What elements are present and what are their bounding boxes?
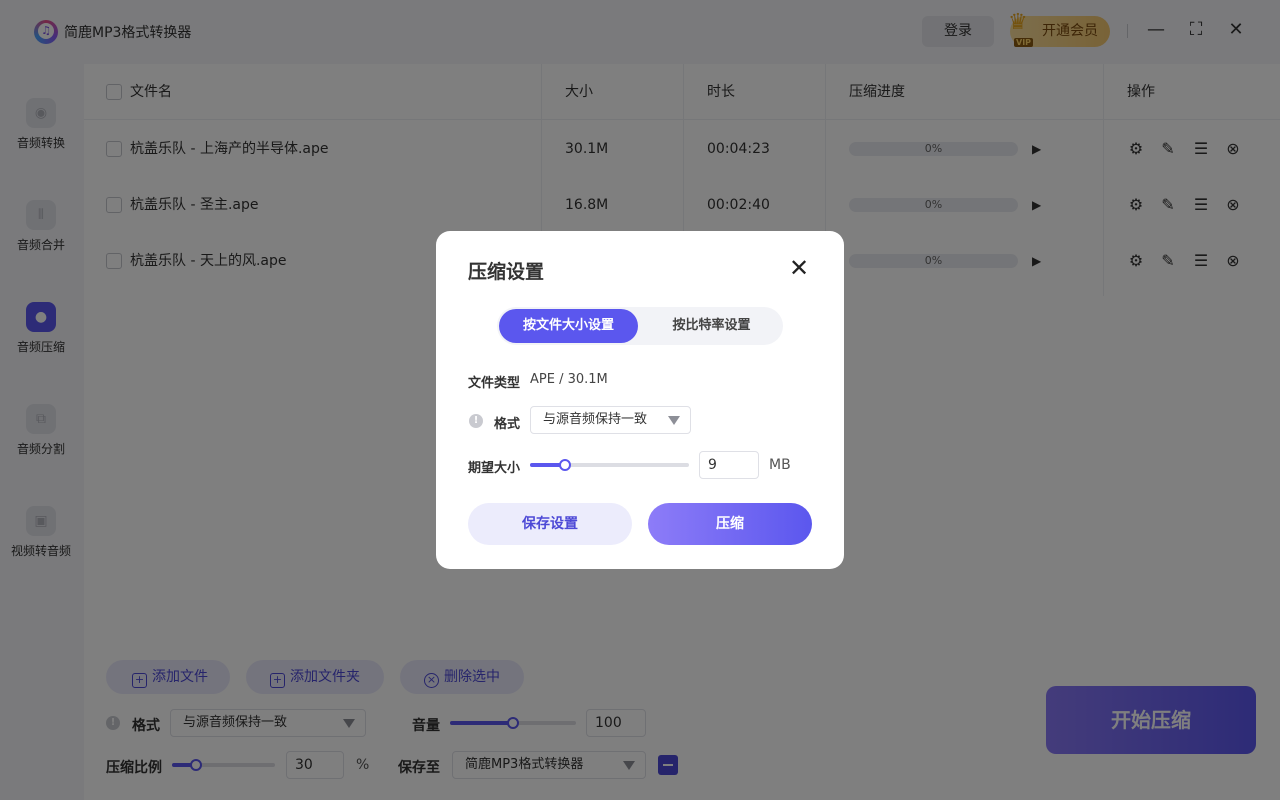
dialog-format-label: 格式 [494, 417, 521, 432]
tab-by-size[interactable]: 按文件大小设置 [499, 309, 638, 343]
file-type-value: APE / 30.1M [530, 372, 608, 387]
tab-by-bitrate[interactable]: 按比特率设置 [642, 309, 781, 343]
save-settings-button[interactable]: 保存设置 [468, 503, 632, 545]
target-size-slider-knob[interactable] [558, 459, 571, 471]
dialog-format-select[interactable]: 与源音频保持一致 [530, 406, 691, 434]
settings-tabs: 按文件大小设置 按比特率设置 [497, 307, 783, 345]
close-icon[interactable]: ✕ [786, 255, 812, 281]
size-unit: MB [769, 457, 791, 473]
compress-button[interactable]: 压缩 [648, 503, 812, 545]
dialog-format-value: 与源音频保持一致 [543, 412, 648, 427]
dialog-title: 压缩设置 [468, 261, 545, 283]
file-type-label: 文件类型 [468, 376, 521, 391]
chevron-down-icon [668, 416, 680, 425]
target-size-input[interactable]: 9 [699, 451, 759, 479]
target-size-label: 期望大小 [468, 461, 521, 476]
compress-settings-dialog: 压缩设置 ✕ 按文件大小设置 按比特率设置 文件类型 APE / 30.1M !… [436, 231, 844, 569]
target-size-slider[interactable] [530, 459, 689, 471]
info-icon[interactable]: ! [469, 414, 483, 428]
